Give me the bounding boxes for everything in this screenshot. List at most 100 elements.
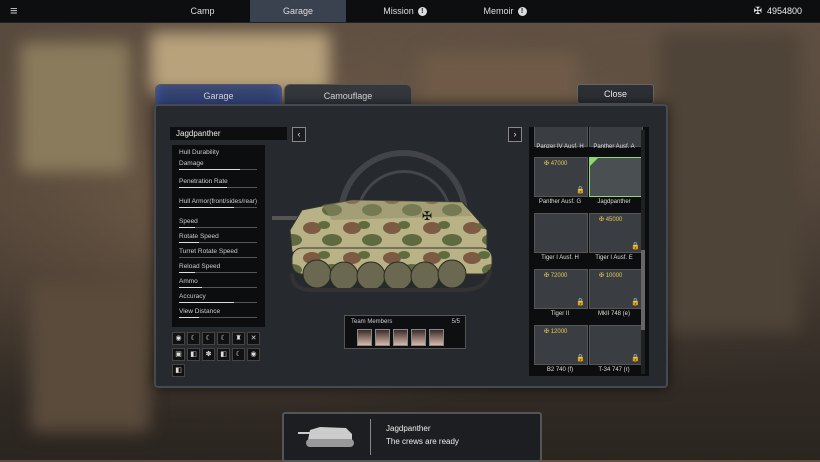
tank-card[interactable]: ✠ 47000 🔒	[534, 157, 588, 197]
tank-card[interactable]: ✠ 45000 🔒	[589, 213, 643, 253]
selected-check-icon	[590, 158, 598, 166]
tank-card-selected[interactable]	[589, 157, 643, 197]
stat-label: Ammo	[179, 278, 198, 285]
tank-name-field: Jagdpanther	[170, 127, 287, 140]
stat-bar	[179, 227, 257, 228]
tank-card[interactable]: ✠ 10000 🔒	[589, 269, 643, 309]
tank-list: Panzer IV Ausf. H Panther Ausf. A ✠ 4700…	[529, 127, 649, 376]
tools-icon[interactable]: ✕	[247, 332, 260, 345]
crescent-wrench-icon[interactable]: ☾	[232, 348, 245, 361]
tank-card-name: B2 740 (f)	[546, 367, 574, 373]
crew-portrait	[411, 329, 426, 346]
crew-portrait	[357, 329, 372, 346]
lock-icon: 🔒	[576, 355, 585, 362]
lock-icon: 🔒	[631, 243, 640, 250]
lock-icon: 🔒	[631, 355, 640, 362]
tab-mission[interactable]: Mission!	[360, 0, 450, 22]
tank-price: ✠ 45000	[599, 217, 623, 223]
stat-label: View Distance	[179, 308, 221, 315]
tab-garage[interactable]: Garage	[250, 0, 346, 22]
tank-price: ✠ 12000	[544, 329, 568, 335]
stat-label: Accuracy	[179, 293, 206, 300]
currency-display: ✠ 4954800	[754, 0, 802, 22]
tank-card-name: Panther Ausf. A	[593, 144, 635, 150]
stat-bar	[179, 287, 257, 288]
tank-card[interactable]	[534, 213, 588, 253]
tank-card-name: Tiger I Ausf. E	[595, 255, 633, 261]
paw-icon[interactable]: ✽	[202, 348, 215, 361]
eye-icon[interactable]: ◉	[247, 348, 260, 361]
tank-price: ✠ 47000	[544, 161, 568, 167]
tab-memoir-label: Memoir	[483, 6, 514, 16]
stat-label: Hull Armor(front/sides/rear)	[179, 198, 258, 205]
team-members-panel[interactable]: Team Members 5/5	[344, 315, 466, 349]
stat-bar	[179, 187, 257, 188]
svg-text:✠: ✠	[422, 209, 432, 223]
crew-portrait	[375, 329, 390, 346]
shield-icon[interactable]: ◧	[187, 348, 200, 361]
tank-price: ✠ 10000	[599, 273, 623, 279]
stat-bar	[179, 302, 257, 303]
stat-bar	[179, 207, 257, 208]
jagdpanther-tank-image: ✠	[272, 199, 493, 292]
crew-portrait	[393, 329, 408, 346]
tab-mission-label: Mission	[383, 6, 414, 16]
tab-camouflage-label: Camouflage	[323, 91, 373, 101]
tab-garage-label: Garage	[282, 6, 314, 16]
stat-bar	[179, 272, 257, 273]
camera-icon[interactable]: ▣	[172, 348, 185, 361]
stat-label: Rotate Speed	[179, 233, 219, 240]
stat-bar	[179, 317, 257, 318]
stat-bar	[179, 169, 257, 170]
stat-label: Damage	[179, 160, 204, 167]
stat-label: Penetration Rate	[179, 178, 228, 185]
stat-bar	[179, 257, 257, 258]
shield-icon[interactable]: ◧	[172, 364, 185, 377]
info-icon: !	[417, 7, 427, 17]
close-button[interactable]: Close	[577, 84, 654, 104]
currency-amount: 4954800	[766, 6, 802, 16]
stat-label: Speed	[179, 218, 198, 225]
crescent-wrench-icon[interactable]: ☾	[217, 332, 230, 345]
next-tank-button[interactable]: ›	[508, 127, 522, 142]
moon-icon[interactable]: ☾	[202, 332, 215, 345]
crown-icon[interactable]: ♜	[232, 332, 245, 345]
tank-card[interactable]: ✠ 12000 🔒	[534, 325, 588, 365]
tank-card-name: Jagdpanther	[597, 199, 631, 205]
tank-card-name: Panzer IV Ausf. H	[536, 144, 584, 150]
moon-icon[interactable]: ☾	[187, 332, 200, 345]
lock-icon: 🔒	[576, 299, 585, 306]
lock-icon: 🔒	[576, 187, 585, 194]
tab-camp[interactable]: Camp	[165, 0, 240, 22]
tank-card[interactable]: ✠ 72000 🔒	[534, 269, 588, 309]
lock-icon: 🔒	[631, 299, 640, 306]
stat-label: Reload Speed	[179, 263, 221, 270]
tank-card-name: T-34 747 (r)	[598, 367, 630, 373]
close-button-label: Close	[603, 89, 627, 99]
stat-label: Hull Durability	[179, 149, 220, 156]
tank-list-scrollbar[interactable]	[641, 130, 645, 374]
shield-icon[interactable]: ◧	[217, 348, 230, 361]
team-count: 5/5	[451, 319, 460, 325]
tank-card-name: Tiger I Ausf. H	[541, 255, 579, 261]
tank-card-name: Tiger II	[550, 311, 570, 317]
divider	[370, 419, 371, 455]
tab-memoir[interactable]: Memoir!	[460, 0, 550, 22]
iron-cross-icon: ✠	[753, 6, 762, 17]
stat-bar	[179, 242, 257, 243]
tank-silhouette-icon	[298, 427, 354, 447]
stats-panel: Hull Durability Damage Penetration Rate …	[172, 145, 265, 327]
tank-card-name: MkII 748 (e)	[597, 311, 630, 317]
eye-icon[interactable]: ◉	[172, 332, 185, 345]
team-members-label: Team Members	[351, 319, 393, 325]
tank-card[interactable]: 🔒	[589, 325, 643, 365]
scrollbar-thumb[interactable]	[641, 250, 645, 330]
previous-tank-button[interactable]: ‹	[292, 127, 306, 142]
tank-card-name: Panther Ausf. G	[538, 199, 582, 205]
hamburger-menu-icon[interactable]: ≡	[10, 4, 22, 17]
tab-camp-label: Camp	[190, 6, 215, 16]
crew-status: The crews are ready	[386, 437, 459, 446]
selected-tank-info: Jagdpanther The crews are ready	[282, 412, 542, 462]
selected-tank-name: Jagdpanther	[386, 424, 431, 433]
tank-price: ✠ 72000	[544, 273, 568, 279]
